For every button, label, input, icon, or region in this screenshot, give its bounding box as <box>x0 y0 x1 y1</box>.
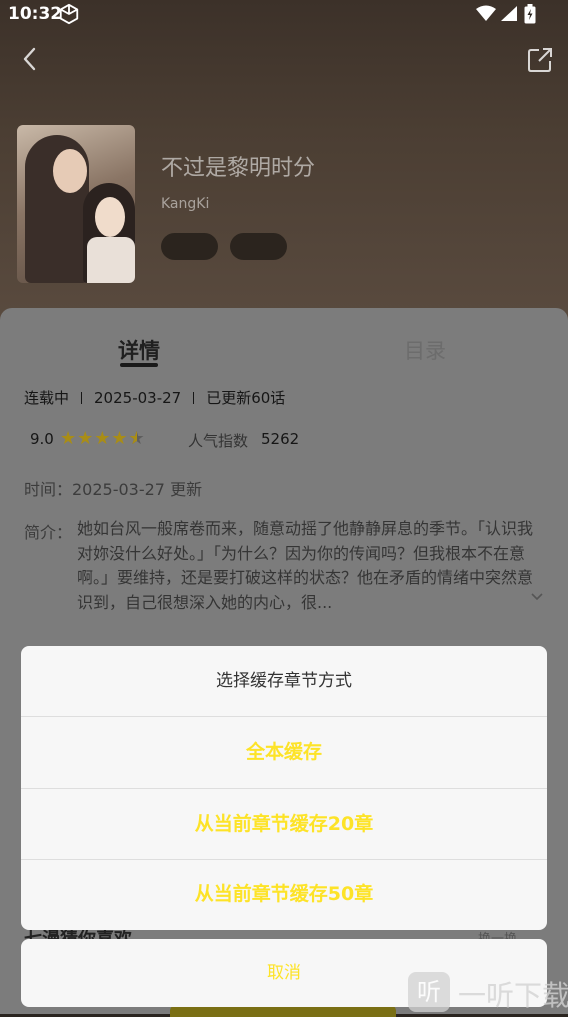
wifi-icon <box>476 5 496 21</box>
signal-icon <box>501 6 517 21</box>
status-bar: 10:32 <box>0 0 568 30</box>
update-date: 2025-03-27 <box>94 389 182 407</box>
dialog-title: 选择缓存章节方式 <box>216 671 352 691</box>
watermark-text: 一听下载 <box>458 979 568 1012</box>
share-icon[interactable] <box>526 46 554 74</box>
intro-text[interactable]: 她如台风一般席卷而来，随意动摇了他静静屏息的季节。「认识我对妳没什么好处。」「为… <box>77 517 547 615</box>
book-title: 不过是黎明时分 <box>161 156 316 181</box>
cache-50-button[interactable]: 从当前章节缓存50章 <box>21 859 547 930</box>
tab-toc[interactable]: 目录 <box>404 335 446 365</box>
battery-charging-icon <box>524 4 536 24</box>
chevron-down-icon[interactable] <box>530 592 544 602</box>
watermark-logo: 听 <box>408 972 450 1012</box>
chapter-count: 已更新60话 <box>206 389 286 407</box>
divider <box>193 392 195 404</box>
book-meta: 连载中 2025-03-27 已更新60话 <box>24 387 285 408</box>
update-time: 时间：2025-03-27 更新 <box>24 480 203 499</box>
genre-tag[interactable] <box>161 233 218 260</box>
intro-label: 简介： <box>24 523 73 542</box>
cache-20-button[interactable]: 从当前章节缓存20章 <box>21 789 547 860</box>
popularity-label: 人气指数 <box>188 432 249 450</box>
cache-options-dialog: 选择缓存章节方式 全本缓存 从当前章节缓存20章 从当前章节缓存50章 <box>21 646 547 930</box>
rating-stars-icon: ★★★★★★ <box>60 428 146 449</box>
cube-icon <box>59 3 79 25</box>
book-cover-image[interactable] <box>17 125 135 283</box>
serial-status: 连载中 <box>24 389 70 407</box>
tab-detail[interactable]: 详情 <box>118 335 160 367</box>
back-icon[interactable] <box>16 44 44 74</box>
rating-score: 9.0 <box>30 430 54 448</box>
divider <box>81 392 83 404</box>
status-time: 10:32 <box>8 4 63 24</box>
cache-all-button[interactable]: 全本缓存 <box>21 717 547 788</box>
popularity-value: 5262 <box>261 430 300 448</box>
genre-tag[interactable] <box>230 233 287 260</box>
book-author: KangKi <box>161 196 210 212</box>
